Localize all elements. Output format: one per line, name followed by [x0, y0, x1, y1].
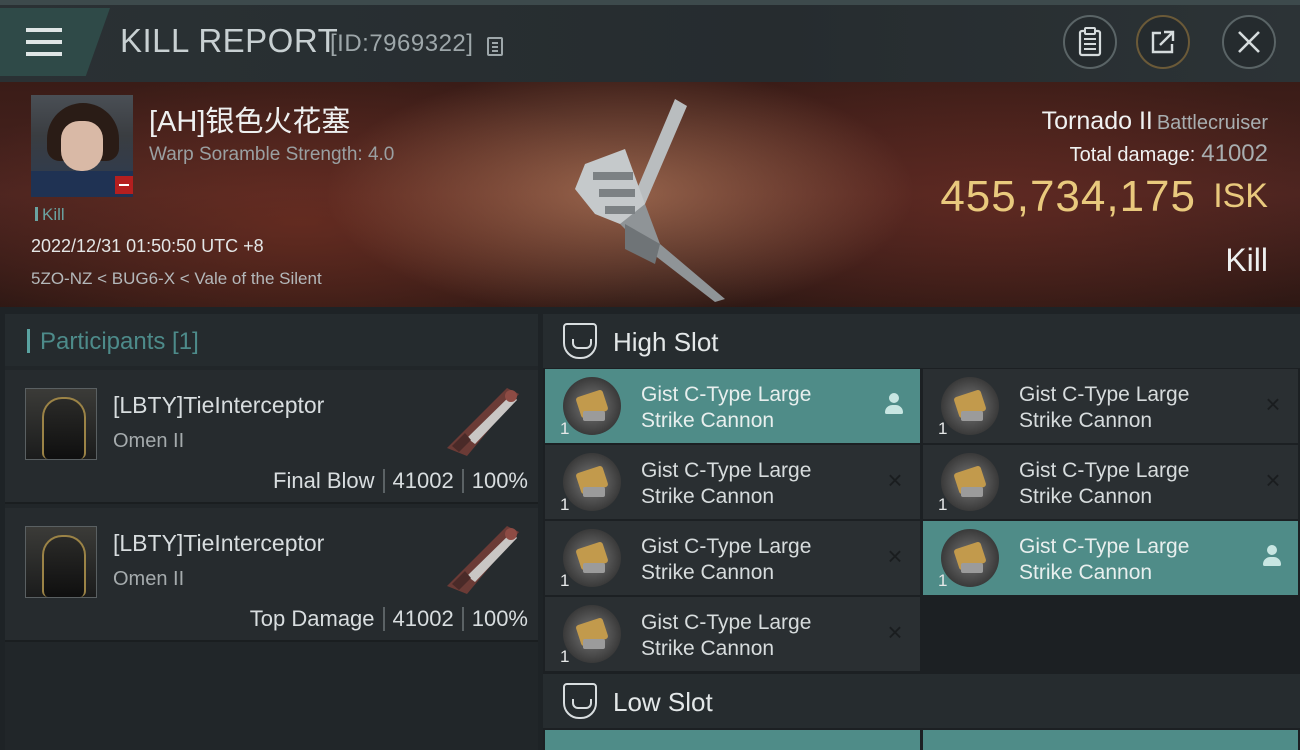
clipboard-icon [1078, 27, 1102, 57]
module-item[interactable] [545, 730, 920, 750]
low-slot-icon [563, 683, 597, 719]
participant-row[interactable]: [LBTY]TieInterceptor Omen II Top Damage … [5, 508, 538, 642]
menu-button[interactable] [0, 8, 110, 76]
module-name: Gist C-Type Large Strike Cannon [641, 459, 812, 508]
header-bar: KILL REPORT [ID:7969322] [0, 0, 1300, 82]
header-accent-line [0, 0, 1300, 5]
total-damage: Total damage: 41002 [1070, 140, 1268, 168]
participant-name: [LBTY]TieInterceptor [113, 530, 325, 556]
module-item[interactable]: 1 Gist C-Type Large Strike Cannon × [545, 445, 920, 519]
warp-scramble-strength: Warp Soramble Strength: 4.0 [149, 144, 395, 165]
participant-percent: 100% [471, 606, 528, 631]
module-name: Gist C-Type Large Strike Cannon [641, 383, 812, 432]
fitting-panel: High Slot 1 Gist C-Type Large Strike Cann… [543, 314, 1300, 750]
share-button[interactable] [1136, 15, 1190, 69]
person-icon [1262, 545, 1282, 567]
module-quantity: 1 [938, 495, 948, 514]
kill-tag: Kill [35, 205, 65, 225]
cannon-module-icon [563, 377, 621, 435]
module-item[interactable]: 1 Gist C-Type Large Strike Cannon [923, 521, 1298, 595]
divider [461, 469, 464, 493]
total-damage-label: Total damage: [1069, 144, 1196, 166]
module-name: Gist C-Type Large Strike Cannon [641, 535, 812, 584]
high-slot-icon [563, 323, 597, 359]
module-quantity: 1 [938, 419, 948, 438]
module-name: Gist C-Type Large Strike Cannon [641, 611, 812, 660]
participant-stats: Final Blow 41002 100% [273, 468, 528, 494]
module-quantity: 1 [560, 571, 570, 590]
module-quantity: 1 [560, 495, 570, 514]
total-damage-value: 41002 [1201, 140, 1268, 167]
isk-unit: ISK [1213, 177, 1268, 215]
x-mark-icon: × [1265, 465, 1281, 495]
participant-role: Final Blow [273, 468, 375, 493]
participant-ship: Omen II [113, 430, 185, 452]
kill-datetime: 2022/12/31 01:50:50 UTC +8 [31, 236, 264, 256]
x-mark-icon: × [1265, 389, 1281, 419]
hostile-badge-icon [115, 176, 133, 194]
participant-damage: 41002 [392, 606, 454, 631]
participant-role: Top Damage [249, 606, 375, 631]
module-quantity: 1 [560, 647, 570, 666]
high-slot-title: High Slot [613, 327, 719, 357]
participant-percent: 100% [471, 468, 528, 493]
module-quantity: 1 [560, 419, 570, 438]
share-icon [1151, 30, 1175, 54]
ship-render [575, 99, 725, 302]
ship-class: Battlecruiser [1156, 112, 1268, 134]
report-id: [ID:7969322] [330, 30, 474, 57]
menu-icon [26, 24, 62, 60]
divider [382, 469, 385, 493]
low-slot-title: Low Slot [613, 687, 713, 717]
cannon-module-icon [563, 605, 621, 663]
cannon-module-icon [941, 529, 999, 587]
participant-ship: Omen II [113, 568, 185, 590]
module-name: Gist C-Type Large Strike Cannon [1019, 459, 1190, 508]
module-item[interactable]: 1 Gist C-Type Large Strike Cannon × [923, 369, 1298, 443]
participant-row[interactable]: [LBTY]TieInterceptor Omen II Final Blow … [5, 370, 538, 504]
isk-value: 455,734,175 [940, 172, 1196, 221]
low-slot-header: Low Slot [543, 674, 1300, 728]
participants-panel: Participants [1] [LBTY]TieInterceptor Om… [5, 314, 538, 750]
x-mark-icon: × [887, 465, 903, 495]
close-button[interactable] [1222, 15, 1276, 69]
victim-summary: [AH]银色火花塞 Warp Soramble Strength: 4.0 Ki… [0, 82, 1300, 307]
ship-name: Tornado II [1041, 107, 1153, 135]
participant-portrait [25, 526, 97, 598]
cannon-module-icon [941, 377, 999, 435]
cannon-module-icon [941, 453, 999, 511]
module-item[interactable]: 1 Gist C-Type Large Strike Cannon × [545, 597, 920, 671]
high-slot-header: High Slot [543, 314, 1300, 368]
close-icon [1238, 31, 1260, 53]
participant-name: [LBTY]TieInterceptor [113, 392, 325, 418]
module-item[interactable]: 1 Gist C-Type Large Strike Cannon × [923, 445, 1298, 519]
victim-pilot-name[interactable]: [AH]银色火花塞 [149, 98, 350, 140]
participant-portrait [25, 388, 97, 460]
participant-stats: Top Damage 41002 100% [250, 606, 528, 632]
participant-damage: 41002 [392, 468, 454, 493]
participants-title: Participants [1] [27, 328, 199, 356]
module-quantity: 1 [938, 571, 948, 590]
x-mark-icon: × [887, 617, 903, 647]
kill-location[interactable]: 5ZO-NZ < BUG6-X < Vale of the Silent [31, 269, 322, 289]
module-item[interactable]: 1 Gist C-Type Large Strike Cannon [545, 369, 920, 443]
victim-ship[interactable]: Tornado II Battlecruiser [1042, 107, 1268, 136]
module-name: Gist C-Type Large Strike Cannon [1019, 535, 1190, 584]
clipboard-button[interactable] [1063, 15, 1117, 69]
x-mark-icon: × [887, 541, 903, 571]
participant-ship-icon [447, 526, 519, 594]
divider [382, 607, 385, 631]
module-item[interactable]: 1 Gist C-Type Large Strike Cannon × [545, 521, 920, 595]
result-label: Kill [1225, 242, 1268, 278]
module-name: Gist C-Type Large Strike Cannon [1019, 383, 1190, 432]
person-icon [884, 393, 904, 415]
page-title: KILL REPORT [120, 22, 339, 59]
module-item[interactable] [923, 730, 1298, 750]
cannon-module-icon [563, 529, 621, 587]
divider [461, 607, 464, 631]
copy-icon[interactable] [487, 37, 503, 56]
cannon-module-icon [563, 453, 621, 511]
participant-ship-icon [447, 388, 519, 456]
participants-header: Participants [1] [5, 314, 538, 366]
